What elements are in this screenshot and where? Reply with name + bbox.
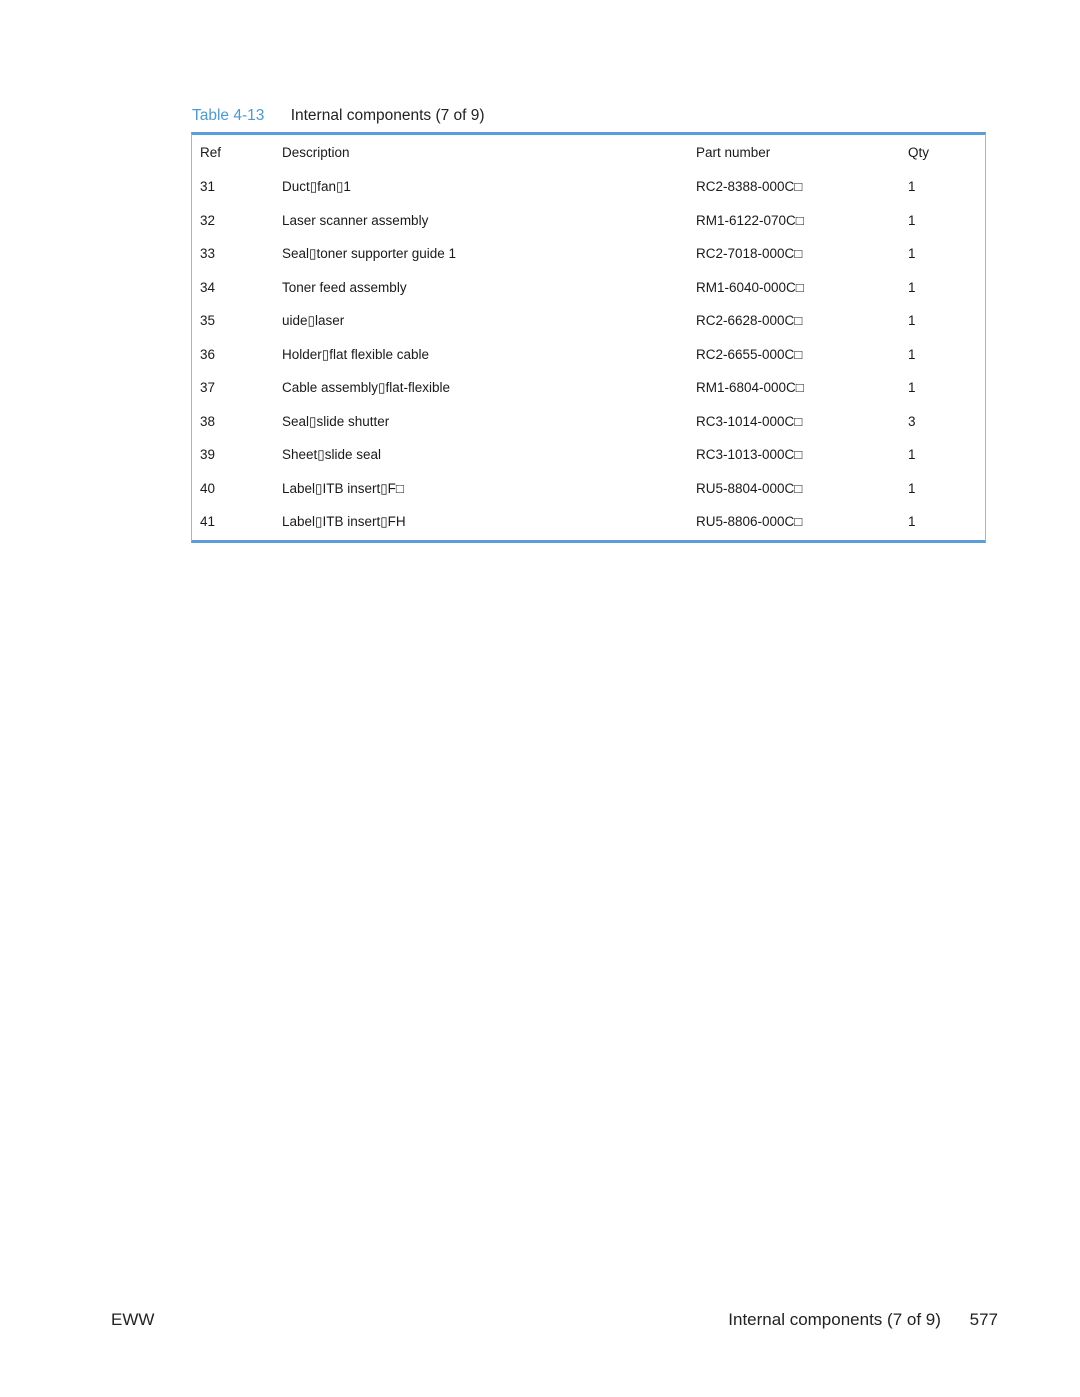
qty-cell: 1 (908, 447, 916, 462)
qty-cell: 1 (908, 213, 916, 228)
ref-cell: 41 (200, 514, 216, 529)
table-row: 33 Seal▯toner supporter guide 1 RC2-7018… (192, 246, 985, 266)
part-number-cell: RU5-8804-000C□ (696, 481, 803, 496)
description-cell: uide▯laser (282, 313, 345, 328)
table-header-row: Ref Description Part number Qty (192, 145, 985, 165)
description-cell: Cable assembly▯flat-flexible (282, 380, 450, 395)
table-caption: Table 4-13 Internal components (7 of 9) (192, 107, 485, 125)
header-ref: Ref (200, 145, 222, 160)
part-number-cell: RM1-6040-000C□ (696, 280, 804, 295)
table-row: 39 Sheet▯slide seal RC3-1013-000C□ 1 (192, 447, 985, 467)
table-row: 34 Toner feed assembly RM1-6040-000C□ 1 (192, 280, 985, 300)
description-cell: Toner feed assembly (282, 280, 407, 295)
table-row: 31 Duct▯fan▯1 RC2-8388-000C□ 1 (192, 179, 985, 199)
description-cell: Seal▯toner supporter guide 1 (282, 246, 457, 261)
part-number-cell: RC3-1014-000C□ (696, 414, 803, 429)
parts-table: Ref Description Part number Qty 31 Duct▯… (191, 132, 986, 543)
ref-cell: 35 (200, 313, 216, 328)
description-cell: Seal▯slide shutter (282, 414, 390, 429)
table-number: Table 4-13 (192, 107, 265, 124)
ref-cell: 39 (200, 447, 216, 462)
table-row: 32 Laser scanner assembly RM1-6122-070C□… (192, 213, 985, 233)
qty-cell: 1 (908, 313, 916, 328)
description-cell: Sheet▯slide seal (282, 447, 381, 462)
ref-cell: 31 (200, 179, 216, 194)
header-part-number: Part number (696, 145, 771, 160)
part-number-cell: RC2-8388-000C□ (696, 179, 803, 194)
description-cell: Label▯ITB insert▯FH (282, 514, 406, 529)
page-number: 577 (969, 1310, 998, 1329)
qty-cell: 1 (908, 179, 916, 194)
part-number-cell: RC2-6655-000C□ (696, 347, 803, 362)
part-number-cell: RU5-8806-000C□ (696, 514, 803, 529)
description-cell: Label▯ITB insert▯F□ (282, 481, 405, 496)
ref-cell: 33 (200, 246, 216, 261)
ref-cell: 36 (200, 347, 216, 362)
qty-cell: 1 (908, 280, 916, 295)
table-row: 36 Holder▯flat flexible cable RC2-6655-0… (192, 347, 985, 367)
table-row: 41 Label▯ITB insert▯FH RU5-8806-000C□ 1 (192, 514, 985, 534)
footer-right: Internal components (7 of 9) 577 (728, 1310, 998, 1330)
qty-cell: 1 (908, 481, 916, 496)
footer-section-title: Internal components (7 of 9) (728, 1310, 941, 1329)
part-number-cell: RM1-6804-000C□ (696, 380, 804, 395)
qty-cell: 1 (908, 380, 916, 395)
table-row: 38 Seal▯slide shutter RC3-1014-000C□ 3 (192, 414, 985, 434)
table-row: 40 Label▯ITB insert▯F□ RU5-8804-000C□ 1 (192, 481, 985, 501)
table-title: Internal components (7 of 9) (290, 107, 485, 124)
qty-cell: 3 (908, 414, 916, 429)
qty-cell: 1 (908, 347, 916, 362)
description-cell: Holder▯flat flexible cable (282, 347, 430, 362)
part-number-cell: RC2-6628-000C□ (696, 313, 803, 328)
qty-cell: 1 (908, 246, 916, 261)
table-row: 37 Cable assembly▯flat-flexible RM1-6804… (192, 380, 985, 400)
header-qty: Qty (908, 145, 930, 160)
part-number-cell: RC2-7018-000C□ (696, 246, 803, 261)
part-number-cell: RM1-6122-070C□ (696, 213, 804, 228)
ref-cell: 37 (200, 380, 216, 395)
qty-cell: 1 (908, 514, 916, 529)
ref-cell: 40 (200, 481, 216, 496)
part-number-cell: RC3-1013-000C□ (696, 447, 803, 462)
ref-cell: 32 (200, 213, 216, 228)
ref-cell: 38 (200, 414, 216, 429)
table-row: 35 uide▯laser RC2-6628-000C□ 1 (192, 313, 985, 333)
description-cell: Duct▯fan▯1 (282, 179, 351, 194)
header-description: Description (282, 145, 350, 160)
footer-publisher: EWW (111, 1310, 155, 1329)
ref-cell: 34 (200, 280, 216, 295)
description-cell: Laser scanner assembly (282, 213, 429, 228)
